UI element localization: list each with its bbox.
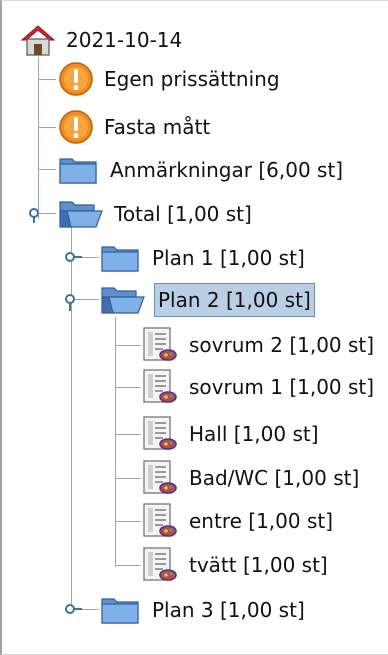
tree-node-label: Bad/WC [1,00 st] <box>189 466 360 490</box>
tree-connector <box>115 521 141 522</box>
tree-node-label: sovrum 1 [1,00 st] <box>189 375 375 399</box>
tree-node-label: Anmärkningar [6,00 st] <box>110 158 344 182</box>
tree-node-room[interactable]: Bad/WC [1,00 st] <box>141 460 361 496</box>
tree-connector <box>38 169 56 170</box>
tree-node-total[interactable]: Total [1,00 st] <box>58 196 254 232</box>
project-tree-panel: 2021-10-14 Egen prissättning Fasta mått … <box>0 0 388 655</box>
open-folder-icon <box>101 287 145 314</box>
room-document-icon <box>143 327 177 361</box>
tree-connector <box>115 434 141 435</box>
tree-connector <box>38 57 39 219</box>
tree-node-label: sovrum 2 [1,00 st] <box>189 333 375 357</box>
tree-node-room[interactable]: sovrum 2 [1,00 st] <box>141 327 376 363</box>
room-document-icon <box>143 369 177 403</box>
tree-root-node[interactable]: 2021-10-14 <box>20 22 184 58</box>
tree-node-label: Plan 3 [1,00 st] <box>152 598 305 622</box>
room-document-icon <box>143 547 177 581</box>
tree-connector <box>115 317 116 567</box>
folder-icon <box>59 158 97 184</box>
tree-connector <box>71 221 72 611</box>
tree-node-warning[interactable]: Fasta mått <box>58 109 212 145</box>
tree-node-plan[interactable]: Plan 2 [1,00 st] <box>100 282 315 318</box>
expand-handle-plan-3[interactable] <box>64 602 84 616</box>
tree-node-notes[interactable]: Anmärkningar [6,00 st] <box>58 152 345 188</box>
tree-node-label: Plan 1 [1,00 st] <box>152 246 305 270</box>
tree-connector <box>115 345 141 346</box>
tree-node-label: Hall [1,00 st] <box>189 422 319 446</box>
room-document-icon <box>143 503 177 537</box>
tree-node-label: Egen prissättning <box>104 67 280 91</box>
tree-connector <box>38 127 56 128</box>
folder-icon <box>101 598 139 624</box>
tree-node-room[interactable]: Hall [1,00 st] <box>141 416 321 452</box>
home-icon <box>20 25 56 56</box>
tree-node-label: tvätt [1,00 st] <box>189 553 328 577</box>
warning-icon <box>59 110 93 144</box>
open-folder-icon <box>59 201 103 228</box>
tree-connector <box>38 79 56 80</box>
tree-node-label: entre [1,00 st] <box>189 509 334 533</box>
tree-node-label: Total [1,00 st] <box>114 202 252 226</box>
room-document-icon <box>143 460 177 494</box>
expand-handle-plan-1[interactable] <box>64 250 84 264</box>
tree-connector <box>115 387 141 388</box>
tree-node-plan[interactable]: Plan 3 [1,00 st] <box>100 592 307 628</box>
tree-node-warning[interactable]: Egen prissättning <box>58 61 282 97</box>
tree-connector <box>115 565 141 566</box>
tree-root-label: 2021-10-14 <box>66 28 183 52</box>
folder-icon <box>101 246 139 272</box>
warning-icon <box>59 62 93 96</box>
tree-node-room[interactable]: tvätt [1,00 st] <box>141 547 330 583</box>
tree-node-label-selected: Plan 2 [1,00 st] <box>154 283 315 317</box>
tree-node-plan[interactable]: Plan 1 [1,00 st] <box>100 240 307 276</box>
collapse-handle-plan-2[interactable] <box>64 293 84 311</box>
room-document-icon <box>143 416 177 450</box>
tree-connector <box>115 478 141 479</box>
tree-node-label: Fasta mått <box>104 115 211 139</box>
collapse-handle-total[interactable] <box>28 207 48 223</box>
tree-node-room[interactable]: sovrum 1 [1,00 st] <box>141 369 376 405</box>
tree-node-room[interactable]: entre [1,00 st] <box>141 503 335 539</box>
